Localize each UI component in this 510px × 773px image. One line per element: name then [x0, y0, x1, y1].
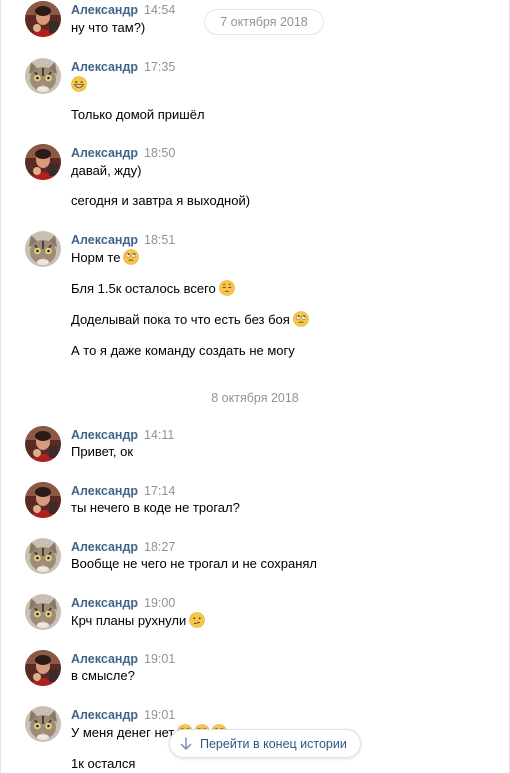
avatar[interactable]	[25, 538, 61, 574]
sender-name[interactable]: Александр	[71, 60, 138, 74]
confused-face-icon	[189, 612, 205, 628]
message-time[interactable]: 19:01	[144, 708, 175, 722]
message-time[interactable]: 14:11	[144, 428, 174, 442]
floating-date: 7 октября 2018	[204, 9, 324, 35]
grinning-face-icon	[71, 76, 87, 92]
jump-to-end-button[interactable]: Перейти в конец истории	[169, 729, 361, 758]
message-text: сегодня и завтра я выходной)	[71, 193, 251, 208]
message-text-content: У меня денег нет	[71, 725, 175, 740]
sender-name[interactable]: Александр	[71, 596, 138, 610]
message-header: Александр 17:35	[71, 60, 175, 75]
message-time[interactable]: 19:00	[144, 596, 175, 610]
avatar[interactable]	[25, 650, 61, 686]
message-text-content: Норм те	[71, 250, 121, 265]
message-header: Александр 19:01	[71, 652, 175, 667]
message-header: Александр 18:51	[71, 233, 175, 248]
message-time[interactable]: 18:50	[144, 146, 175, 160]
avatar[interactable]	[25, 144, 61, 180]
message-text-content: Бля 1.5к осталось всего	[71, 281, 216, 296]
arrow-down-icon	[180, 737, 192, 750]
message-text: А то я даже команду создать не могу	[71, 343, 295, 358]
avatar[interactable]	[25, 594, 61, 630]
message-time[interactable]: 17:35	[144, 60, 175, 74]
face-with-rolling-eyes-icon	[293, 311, 309, 327]
message-text: Крч планы рухнули	[71, 612, 205, 629]
message-text: 1к остался	[71, 756, 136, 771]
message-time[interactable]: 18:27	[144, 540, 175, 554]
message-time[interactable]: 18:51	[144, 233, 175, 247]
message-text: Бля 1.5к осталось всего	[71, 280, 235, 297]
message-text: ну что там?)	[71, 20, 146, 35]
message-header: Александр 19:01	[71, 708, 175, 723]
avatar[interactable]	[25, 426, 61, 462]
sender-name[interactable]: Александр	[71, 540, 138, 554]
message-time[interactable]: 14:54	[144, 3, 175, 17]
message-header: Александр 14:54	[71, 3, 175, 18]
avatar[interactable]	[25, 231, 61, 267]
sender-name[interactable]: Александр	[71, 484, 138, 498]
date-separator: 8 октября 2018	[211, 391, 299, 405]
sender-name[interactable]: Александр	[71, 3, 138, 17]
sender-name[interactable]: Александр	[71, 652, 138, 666]
sender-name[interactable]: Александр	[71, 233, 138, 247]
message-time[interactable]: 19:01	[144, 652, 175, 666]
message-text: Привет, ок	[71, 444, 134, 459]
message-text: давай, жду)	[71, 163, 142, 178]
message-header: Александр 18:27	[71, 540, 175, 555]
message-header: Александр 17:14	[71, 484, 175, 499]
message-text: Доделывай пока то что есть без боя	[71, 311, 309, 328]
message-text: ты нечего в коде не трогал?	[71, 500, 240, 515]
message-text: Вообще не чего не трогал и не сохранял	[71, 556, 317, 571]
jump-to-end-label: Перейти в конец истории	[200, 737, 347, 751]
message-header: Александр 19:00	[71, 596, 175, 611]
message-header: Александр 14:11	[71, 428, 174, 443]
message-text-content: Крч планы рухнули	[71, 613, 187, 628]
avatar[interactable]	[25, 482, 61, 518]
chat-history[interactable]: Александр 14:54 ну что там?) 7 октября 20…	[1, 0, 509, 773]
pensive-face-icon	[219, 280, 235, 296]
avatar[interactable]	[25, 706, 61, 742]
message-time[interactable]: 17:14	[144, 484, 175, 498]
face-with-rolling-eyes-icon	[123, 249, 139, 265]
message-text-content: Доделывай пока то что есть без боя	[71, 312, 290, 327]
message-text: в смысле?	[71, 668, 135, 683]
message-text: Только домой пришёл	[71, 107, 205, 122]
sender-name[interactable]: Александр	[71, 708, 138, 722]
sender-name[interactable]: Александр	[71, 428, 138, 442]
message-text	[71, 76, 87, 93]
sender-name[interactable]: Александр	[71, 146, 138, 160]
avatar[interactable]	[25, 58, 61, 94]
message-header: Александр 18:50	[71, 146, 175, 161]
avatar[interactable]	[25, 1, 61, 37]
message-text: Норм те	[71, 249, 139, 266]
